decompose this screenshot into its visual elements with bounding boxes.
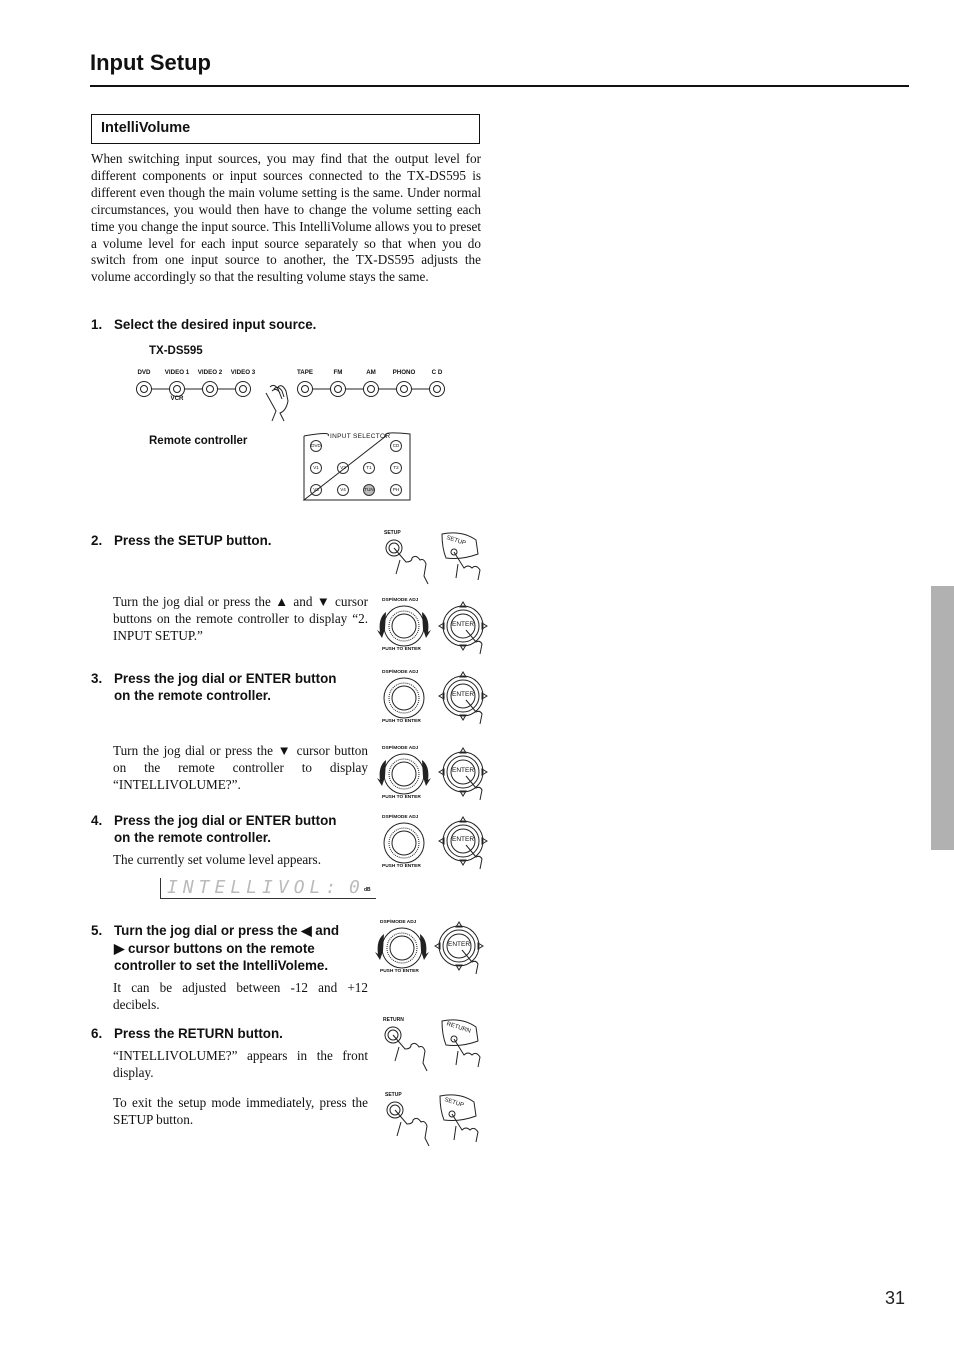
page-number: 31 <box>885 1288 906 1308</box>
step-2-note: Turn the jog dial or press the ▲ and ▼ c… <box>113 594 368 643</box>
remote-cursor-pad-illustration: ENTER <box>434 920 484 976</box>
remote-cursor-pad-illustration: ENTER <box>438 600 488 656</box>
input-button-tape <box>297 381 313 397</box>
setup-button-illustration: SETUP <box>385 1092 435 1147</box>
jog-dial-press-illustration: DSP/MODE ADJ PUSH TO ENTER <box>374 815 434 871</box>
intro-paragraph: When switching input sources, you may fi… <box>91 151 481 285</box>
remote-button-v4: V4 <box>337 484 349 496</box>
remote-button-v3: V3 <box>310 484 322 496</box>
input-label: C D <box>431 369 443 376</box>
step-number: 3. <box>91 671 103 686</box>
model-label: TX-DS595 <box>149 345 203 357</box>
remote-enter-press-illustration: ENTER <box>438 670 488 726</box>
step-4: 4. Press the jog dial or ENTER button on… <box>91 812 371 848</box>
step-text: on the remote controller. <box>114 830 271 845</box>
step-number: 4. <box>91 813 103 828</box>
step-number: 5. <box>91 923 103 938</box>
step-number: 2. <box>91 533 103 548</box>
enter-button-label: ENTER <box>448 941 471 948</box>
input-selector-title: INPUT SELECTOR <box>330 433 391 440</box>
enter-button-label: ENTER <box>452 621 475 628</box>
front-panel-diagram: DVD VIDEO 1 VIDEO 2 VIDEO 3 TAPE FM AM PHONO C D… <box>130 365 460 422</box>
input-button-am <box>363 381 379 397</box>
jog-dial-turn-illustration: DSP/MODE ADJ PUSH TO ENTER <box>372 920 432 976</box>
remote-return-button-illustration: RETURN <box>438 1017 488 1068</box>
display-text: INTELLIVOL: <box>167 877 342 898</box>
remote-button-t1: T1 <box>363 462 375 474</box>
step-1: 1. Select the desired input source. <box>91 316 391 334</box>
remote-button-dvd: DVD <box>310 440 322 452</box>
jog-dial-turn-illustration: DSP/MODE ADJ PUSH TO ENTER <box>374 598 434 654</box>
page-title: Input Setup <box>90 50 211 75</box>
step-5-note: It can be adjusted between -12 and +12 d… <box>113 980 368 1012</box>
input-button-dvd <box>136 381 152 397</box>
step-text: Select the desired input source. <box>114 317 317 332</box>
input-button-phono <box>396 381 412 397</box>
section-heading-box: IntelliVolume <box>91 114 480 144</box>
step-text: Press the SETUP button. <box>114 533 272 548</box>
setup-button-illustration: SETUP <box>384 530 434 585</box>
input-button-video3 <box>235 381 251 397</box>
return-button-illustration: RETURN <box>383 1017 433 1072</box>
chapter-side-tab <box>931 586 954 850</box>
step-4-note: The currently set volume level appears. <box>113 852 321 867</box>
step-3-note: Turn the jog dial or press the ▼ cursor … <box>113 743 368 792</box>
step-number: 6. <box>91 1026 103 1041</box>
remote-button-tun: TUN <box>363 484 375 496</box>
remote-button-v2: V2 <box>337 462 349 474</box>
enter-button-label: ENTER <box>452 836 475 843</box>
step-text: Press the jog dial or ENTER button <box>114 813 337 828</box>
enter-button-label: ENTER <box>452 691 475 698</box>
remote-cursor-pad-illustration: ENTER <box>438 746 488 802</box>
remote-enter-press-illustration: ENTER <box>438 815 488 871</box>
remote-button-ph: PH <box>390 484 402 496</box>
remote-button-t2: T2 <box>390 462 402 474</box>
display-value: 0 <box>349 877 360 898</box>
input-label: VIDEO 3 <box>230 369 256 376</box>
enter-button-label: ENTER <box>452 767 475 774</box>
remote-setup-button-illustration: SETUP <box>436 1092 486 1143</box>
remote-input-selector: INPUT SELECTOR DVD CD V1 V2 T1 T2 V3 V4 TUN PH <box>302 430 412 502</box>
step-6-note-exit: To exit the setup mode immediately, pres… <box>113 1095 368 1127</box>
section-heading: IntelliVolume <box>101 120 191 136</box>
front-display-readout: INTELLIVOL: 0 dB <box>160 877 376 899</box>
step-5: 5. Turn the jog dial or press the ◀ and … <box>91 922 371 976</box>
step-6-note: “INTELLIVOLUME?” appears in the front di… <box>113 1048 368 1080</box>
input-button-fm <box>330 381 346 397</box>
step-text: ▶ cursor buttons on the remote <box>114 941 315 956</box>
hand-pointer-icon <box>265 384 289 422</box>
input-button-video2 <box>202 381 218 397</box>
step-text: Turn the jog dial or press the ◀ and <box>114 923 340 938</box>
step-text: controller to set the IntelliVoleme. <box>114 958 329 973</box>
display-unit: dB <box>364 887 371 893</box>
step-text: Press the jog dial or ENTER button <box>114 671 337 686</box>
step-text: on the remote controller. <box>114 688 271 703</box>
remote-label: Remote controller <box>149 435 248 447</box>
jog-dial-turn-illustration: DSP/MODE ADJ PUSH TO ENTER <box>374 746 434 802</box>
step-2: 2. Press the SETUP button. <box>91 532 371 550</box>
jog-dial-press-illustration: DSP/MODE ADJ PUSH TO ENTER <box>374 670 434 726</box>
title-rule <box>90 85 909 87</box>
input-sublabel: VCR <box>170 395 184 402</box>
step-3: 3. Press the jog dial or ENTER button on… <box>91 670 371 706</box>
remote-button-v1: V1 <box>310 462 322 474</box>
input-button-cd <box>429 381 445 397</box>
step-6: 6. Press the RETURN button. <box>91 1025 371 1043</box>
remote-setup-button-illustration: SETUP <box>438 530 488 581</box>
step-text: Press the RETURN button. <box>114 1026 283 1041</box>
remote-button-cd: CD <box>390 440 402 452</box>
step-number: 1. <box>91 317 103 332</box>
